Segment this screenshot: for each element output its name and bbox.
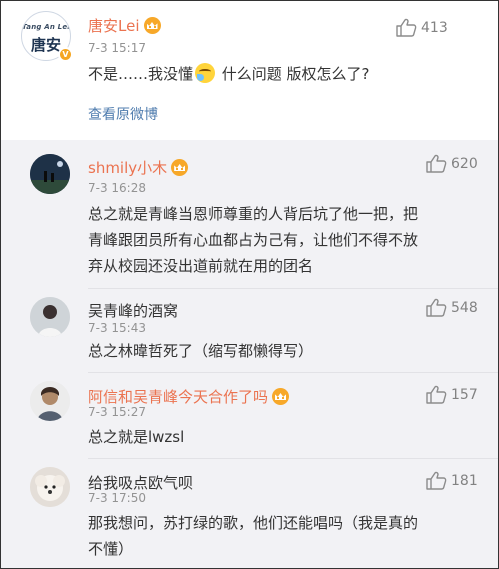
laugh-cry-emoji-icon: [195, 63, 216, 83]
comment-line: 弃从校园还没出道前就在用的团名: [88, 257, 314, 275]
comment-username[interactable]: shmily小木: [88, 157, 189, 178]
thumbs-up-icon: [426, 298, 447, 317]
crown-badge-icon: [171, 159, 189, 176]
avatar[interactable]: [30, 467, 70, 507]
thumbs-up-icon: [426, 154, 447, 173]
original-post: Tang An Lei 唐安 V 唐安Lei 7-3 15:17 413 不是……: [1, 1, 498, 140]
comment-time: 7-3 15:27: [88, 405, 146, 419]
avatar[interactable]: [30, 381, 70, 421]
comment-time: 7-3 15:43: [88, 321, 146, 335]
comment-line: 总之就是lwzsl: [88, 428, 185, 446]
like-count: 181: [451, 473, 478, 489]
verified-v-icon: V: [58, 47, 73, 62]
comment-line: 青峰跟团员所有心血都占为己有，让他们不得不放: [88, 231, 419, 249]
thumbs-up-icon: [426, 385, 447, 404]
divider: [88, 458, 498, 459]
thumbs-up-icon: [426, 471, 447, 490]
post-time: 7-3 15:17: [88, 41, 146, 55]
comment-time: 7-3 17:50: [88, 491, 146, 505]
avatar-logo-text: Tang An Lei: [22, 23, 70, 31]
like-count: 157: [451, 387, 478, 403]
like-count: 548: [451, 300, 478, 316]
thumbs-up-icon: [396, 18, 417, 37]
comment-username-text[interactable]: 阿信和吴青峰今天合作了吗: [88, 388, 268, 406]
weibo-comment-screenshot: Tang An Lei 唐安 V 唐安Lei 7-3 15:17 413 不是……: [0, 0, 499, 569]
comment-time: 7-3 16:28: [88, 181, 146, 195]
comment-username-text[interactable]: shmily小木: [88, 159, 167, 177]
post-content-part1: 不是……我没懂: [88, 65, 194, 83]
avatar[interactable]: [30, 154, 70, 194]
view-original-link[interactable]: 查看原微博: [88, 104, 158, 124]
avatar[interactable]: [30, 297, 70, 337]
comment-line: 总之就是青峰当恩师尊重的人背后坑了他一把，把: [88, 205, 419, 223]
comment-username[interactable]: 给我吸点欧气呗: [88, 472, 193, 493]
like-count: 413: [421, 20, 448, 36]
comment-line: 那我想问，苏打绿的歌，他们还能唱吗（我是真的: [88, 514, 419, 532]
avatar-image-icon: [30, 381, 70, 421]
post-content: 不是……我没懂 什么问题 版权怎么了?: [88, 61, 370, 87]
divider: [88, 372, 498, 373]
avatar-image-icon: [30, 467, 70, 507]
avatar-image-icon: [30, 154, 70, 194]
avatar-image-icon: [30, 297, 70, 337]
comment-list: shmily小木 7-3 16:28 620 总之就是青峰当恩师尊重的人背后坑了…: [1, 140, 498, 568]
crown-badge-icon: [272, 388, 290, 405]
comment-line: 不懂）: [88, 540, 134, 558]
post-username-text[interactable]: 唐安Lei: [88, 17, 140, 35]
post-username[interactable]: 唐安Lei: [88, 15, 161, 36]
like-count: 620: [451, 156, 478, 172]
crown-badge-icon: [143, 17, 161, 34]
comment-username[interactable]: 阿信和吴青峰今天合作了吗: [88, 386, 290, 407]
divider: [88, 288, 498, 289]
comment-line: 总之林暐哲死了（缩写都懒得写）: [88, 342, 314, 360]
comment-username[interactable]: 吴青峰的酒窝: [88, 300, 178, 321]
post-content-part2: 什么问题 版权怎么了?: [217, 65, 370, 83]
